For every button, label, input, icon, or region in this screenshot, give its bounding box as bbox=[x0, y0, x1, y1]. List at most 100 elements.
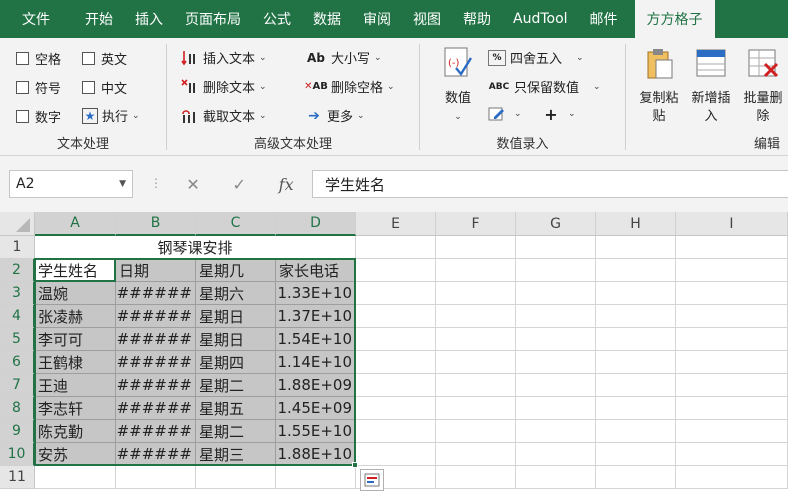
cell[interactable] bbox=[356, 305, 436, 328]
tab-formulas[interactable]: 公式 bbox=[252, 0, 302, 38]
keep-value-button[interactable]: ABC 只保留数值 ⌄ bbox=[488, 77, 601, 96]
data-cell[interactable]: 1.88E+09 bbox=[276, 374, 356, 397]
cell[interactable] bbox=[516, 466, 596, 489]
cell[interactable] bbox=[436, 305, 516, 328]
data-cell[interactable]: 1.14E+10 bbox=[276, 351, 356, 374]
data-cell[interactable]: 1.33E+10 bbox=[276, 282, 356, 305]
cell[interactable] bbox=[276, 466, 356, 489]
column-header-a[interactable]: A bbox=[35, 212, 116, 236]
cancel-icon[interactable]: ✕ bbox=[186, 175, 199, 194]
data-cell[interactable]: 1.54E+10 bbox=[276, 328, 356, 351]
column-header-e[interactable]: E bbox=[356, 212, 436, 236]
cell[interactable] bbox=[596, 443, 676, 466]
cell[interactable] bbox=[516, 443, 596, 466]
row-header-7[interactable]: 7 bbox=[0, 374, 35, 397]
cell[interactable] bbox=[356, 420, 436, 443]
row-header-9[interactable]: 9 bbox=[0, 420, 35, 443]
quick-analysis-button[interactable] bbox=[360, 469, 384, 491]
cell[interactable] bbox=[516, 236, 596, 259]
data-cell[interactable]: 李可可 bbox=[35, 328, 116, 351]
cell[interactable] bbox=[35, 466, 116, 489]
cell[interactable] bbox=[196, 466, 276, 489]
cell[interactable] bbox=[516, 351, 596, 374]
insert-new-button[interactable]: 新增插入 bbox=[686, 46, 736, 126]
row-header-8[interactable]: 8 bbox=[0, 397, 35, 420]
cell[interactable] bbox=[676, 328, 788, 351]
data-cell[interactable]: 1.55E+10 bbox=[276, 420, 356, 443]
header-cell[interactable]: 学生姓名 bbox=[35, 259, 116, 282]
name-box[interactable]: A2 ▼ bbox=[9, 170, 133, 198]
cell[interactable] bbox=[596, 282, 676, 305]
cell[interactable] bbox=[676, 305, 788, 328]
cell[interactable] bbox=[436, 443, 516, 466]
data-cell[interactable]: 李志轩 bbox=[35, 397, 116, 420]
data-cell[interactable]: ###### bbox=[116, 420, 196, 443]
data-cell[interactable]: 星期三 bbox=[196, 443, 276, 466]
checkbox-number[interactable]: 数字 bbox=[16, 107, 61, 126]
cell[interactable] bbox=[676, 374, 788, 397]
fx-icon[interactable]: fx bbox=[279, 175, 294, 194]
cell[interactable] bbox=[676, 443, 788, 466]
extract-text-button[interactable]: 截取文本 ⌄ bbox=[181, 106, 267, 125]
cell[interactable] bbox=[596, 305, 676, 328]
cell[interactable] bbox=[356, 443, 436, 466]
data-cell[interactable]: 张凌赫 bbox=[35, 305, 116, 328]
fill-handle[interactable] bbox=[352, 462, 358, 468]
batch-delete-button[interactable]: 批量删除 bbox=[738, 46, 788, 126]
confirm-icon[interactable]: ✓ bbox=[233, 175, 246, 194]
header-cell[interactable]: 日期 bbox=[116, 259, 196, 282]
data-cell[interactable]: 1.37E+10 bbox=[276, 305, 356, 328]
select-all-corner[interactable] bbox=[0, 212, 35, 236]
tab-insert[interactable]: 插入 bbox=[124, 0, 174, 38]
cell[interactable] bbox=[676, 236, 788, 259]
cell[interactable] bbox=[676, 420, 788, 443]
case-button[interactable]: Ab 大小写 ⌄ bbox=[305, 48, 382, 68]
row-header-1[interactable]: 1 bbox=[0, 236, 35, 259]
tab-page-layout[interactable]: 页面布局 bbox=[174, 0, 252, 38]
cell[interactable] bbox=[516, 305, 596, 328]
row-header-4[interactable]: 4 bbox=[0, 305, 35, 328]
data-cell[interactable]: 王鹤棣 bbox=[35, 351, 116, 374]
formula-input[interactable]: 学生姓名 bbox=[312, 170, 788, 198]
execute-button[interactable]: ★ 执行 ⌄ bbox=[82, 106, 140, 125]
insert-text-button[interactable]: 插入文本 ⌄ bbox=[181, 48, 267, 67]
data-cell[interactable]: 星期日 bbox=[196, 305, 276, 328]
cell[interactable] bbox=[436, 236, 516, 259]
data-cell[interactable]: 星期五 bbox=[196, 397, 276, 420]
cell[interactable] bbox=[596, 397, 676, 420]
cell[interactable] bbox=[676, 259, 788, 282]
data-cell[interactable]: 1.45E+09 bbox=[276, 397, 356, 420]
cell[interactable] bbox=[516, 328, 596, 351]
cell[interactable] bbox=[516, 374, 596, 397]
sheet-title-cell[interactable]: 钢琴课安排 bbox=[35, 236, 356, 259]
cell[interactable] bbox=[676, 466, 788, 489]
cell[interactable] bbox=[596, 420, 676, 443]
cell[interactable] bbox=[436, 328, 516, 351]
cell[interactable] bbox=[356, 282, 436, 305]
row-header-6[interactable]: 6 bbox=[0, 351, 35, 374]
header-cell[interactable]: 家长电话 bbox=[276, 259, 356, 282]
row-header-11[interactable]: 11 bbox=[0, 466, 35, 489]
column-header-b[interactable]: B bbox=[116, 212, 196, 236]
data-cell[interactable]: 星期二 bbox=[196, 374, 276, 397]
data-cell[interactable]: 星期日 bbox=[196, 328, 276, 351]
row-header-5[interactable]: 5 bbox=[0, 328, 35, 351]
cell[interactable] bbox=[436, 282, 516, 305]
cell[interactable] bbox=[356, 259, 436, 282]
column-header-d[interactable]: D bbox=[276, 212, 356, 236]
data-cell[interactable]: 安苏 bbox=[35, 443, 116, 466]
tab-review[interactable]: 审阅 bbox=[352, 0, 402, 38]
tab-data[interactable]: 数据 bbox=[302, 0, 352, 38]
cell[interactable] bbox=[596, 328, 676, 351]
cell[interactable] bbox=[596, 351, 676, 374]
cell[interactable] bbox=[356, 397, 436, 420]
tab-view[interactable]: 视图 bbox=[402, 0, 452, 38]
column-header-g[interactable]: G bbox=[516, 212, 596, 236]
cell[interactable] bbox=[436, 259, 516, 282]
data-cell[interactable]: ###### bbox=[116, 351, 196, 374]
tab-mail[interactable]: 邮件 bbox=[579, 0, 629, 38]
delete-text-button[interactable]: 删除文本 ⌄ bbox=[181, 77, 267, 96]
data-cell[interactable]: 陈克勤 bbox=[35, 420, 116, 443]
round-button[interactable]: % 四舍五入 ⌄ bbox=[488, 48, 584, 67]
cell[interactable] bbox=[356, 374, 436, 397]
